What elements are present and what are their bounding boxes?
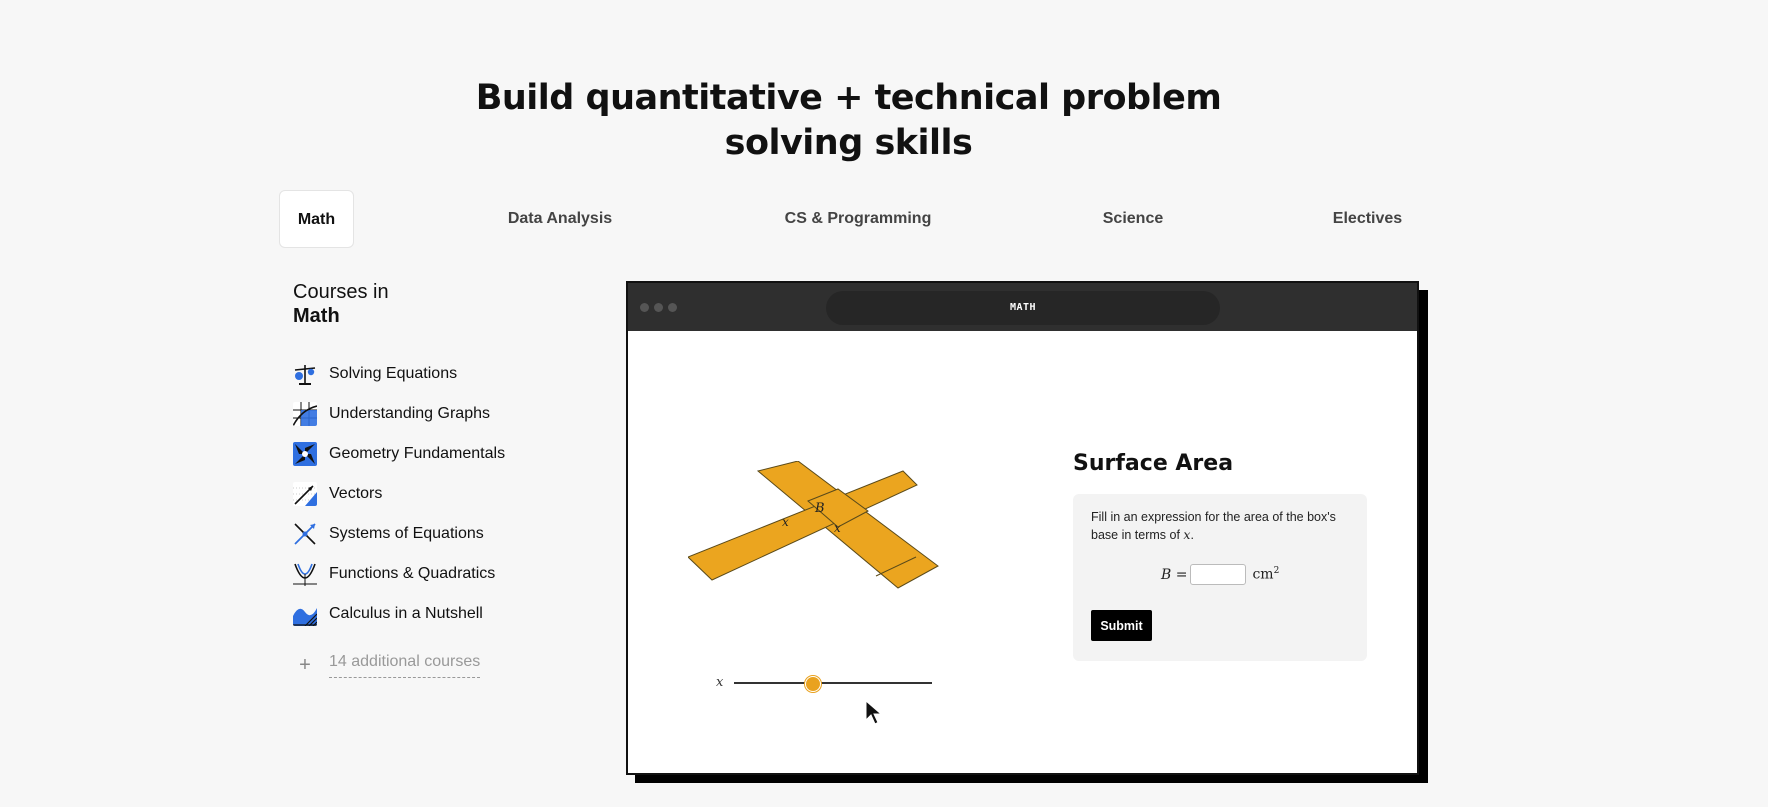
tab-math[interactable]: Math — [279, 190, 354, 248]
course-label: Understanding Graphs — [329, 405, 490, 422]
headline-line-2: solving skills — [724, 123, 973, 163]
address-bar: MATH — [826, 291, 1220, 325]
course-item-understanding-graphs[interactable]: Understanding Graphs — [293, 400, 593, 428]
course-label: Solving Equations — [329, 365, 458, 382]
window-dot-icon — [640, 303, 649, 312]
mouse-cursor-icon — [865, 700, 883, 725]
vector-icon — [293, 482, 317, 506]
window-titlebar: MATH — [628, 283, 1417, 331]
prompt-variable: x — [1183, 527, 1191, 542]
headline-line-1: Build quantitative + technical problem — [475, 78, 1222, 118]
course-item-geometry-fundamentals[interactable]: Geometry Fundamentals — [293, 440, 593, 468]
subject-tabs: Math Data Analysis CS & Programming Scie… — [0, 190, 1768, 248]
tab-cs-programming[interactable]: CS & Programming — [770, 190, 946, 248]
additional-courses-link[interactable]: + 14 additional courses — [293, 653, 481, 678]
unit-base: cm — [1252, 566, 1274, 583]
x-slider-track[interactable] — [734, 682, 932, 684]
window-dot-icon — [668, 303, 677, 312]
course-label: Geometry Fundamentals — [329, 445, 506, 462]
panel-title: Surface Area — [1073, 451, 1234, 476]
sidebar-intro: Courses in Math — [293, 280, 593, 328]
parabola-icon — [293, 562, 317, 586]
question-prompt: Fill in an expression for the area of th… — [1091, 510, 1336, 542]
net-left-label: x — [782, 515, 789, 529]
course-item-solving-equations[interactable]: Solving Equations — [293, 360, 593, 388]
answer-input[interactable] — [1190, 564, 1247, 585]
answer-equation: B = cm2 — [1161, 564, 1279, 585]
geometry-icon — [293, 442, 317, 466]
equation-lhs: B = — [1161, 566, 1188, 583]
box-net-diagram[interactable]: x B x — [688, 461, 978, 611]
course-label: Systems of Equations — [329, 525, 484, 542]
x-slider-handle[interactable] — [805, 676, 822, 692]
net-center-label: B — [814, 501, 825, 516]
area-under-curve-icon — [293, 602, 317, 626]
submit-button[interactable]: Submit — [1091, 610, 1152, 641]
question-panel: Fill in an expression for the area of th… — [1073, 494, 1367, 661]
course-item-vectors[interactable]: Vectors — [293, 480, 593, 508]
course-item-functions-quadratics[interactable]: Functions & Quadratics — [293, 560, 593, 588]
window-dot-icon — [654, 303, 663, 312]
sidebar-subject: Math — [293, 305, 340, 327]
unit-label: cm2 — [1252, 566, 1279, 583]
tab-electives[interactable]: Electives — [1320, 190, 1415, 248]
graph-icon — [293, 402, 317, 426]
tab-science[interactable]: Science — [1090, 190, 1176, 248]
prompt-text: Fill in an expression for the area of th… — [1091, 510, 1336, 542]
tab-data-analysis[interactable]: Data Analysis — [490, 190, 630, 248]
lesson-window: MATH x B x x Surface Area Fill in an exp… — [626, 281, 1419, 775]
balance-scale-icon — [293, 362, 317, 386]
additional-courses-label: 14 additional courses — [329, 653, 481, 678]
course-label: Vectors — [329, 485, 383, 502]
course-item-calculus-nutshell[interactable]: Calculus in a Nutshell — [293, 600, 593, 628]
plus-icon: + — [299, 654, 311, 676]
slider-label: x — [716, 675, 724, 690]
intersecting-lines-icon — [293, 522, 317, 546]
course-sidebar: Courses in Math Solving Equations Unders… — [293, 280, 593, 678]
sidebar-intro-label: Courses in — [293, 281, 389, 303]
net-right-label: x — [834, 521, 841, 535]
course-item-systems-of-equations[interactable]: Systems of Equations — [293, 520, 593, 548]
unit-exponent: 2 — [1273, 566, 1280, 577]
course-label: Functions & Quadratics — [329, 565, 496, 582]
course-label: Calculus in a Nutshell — [329, 605, 483, 622]
page-headline: Build quantitative + technical problem s… — [0, 76, 1697, 166]
